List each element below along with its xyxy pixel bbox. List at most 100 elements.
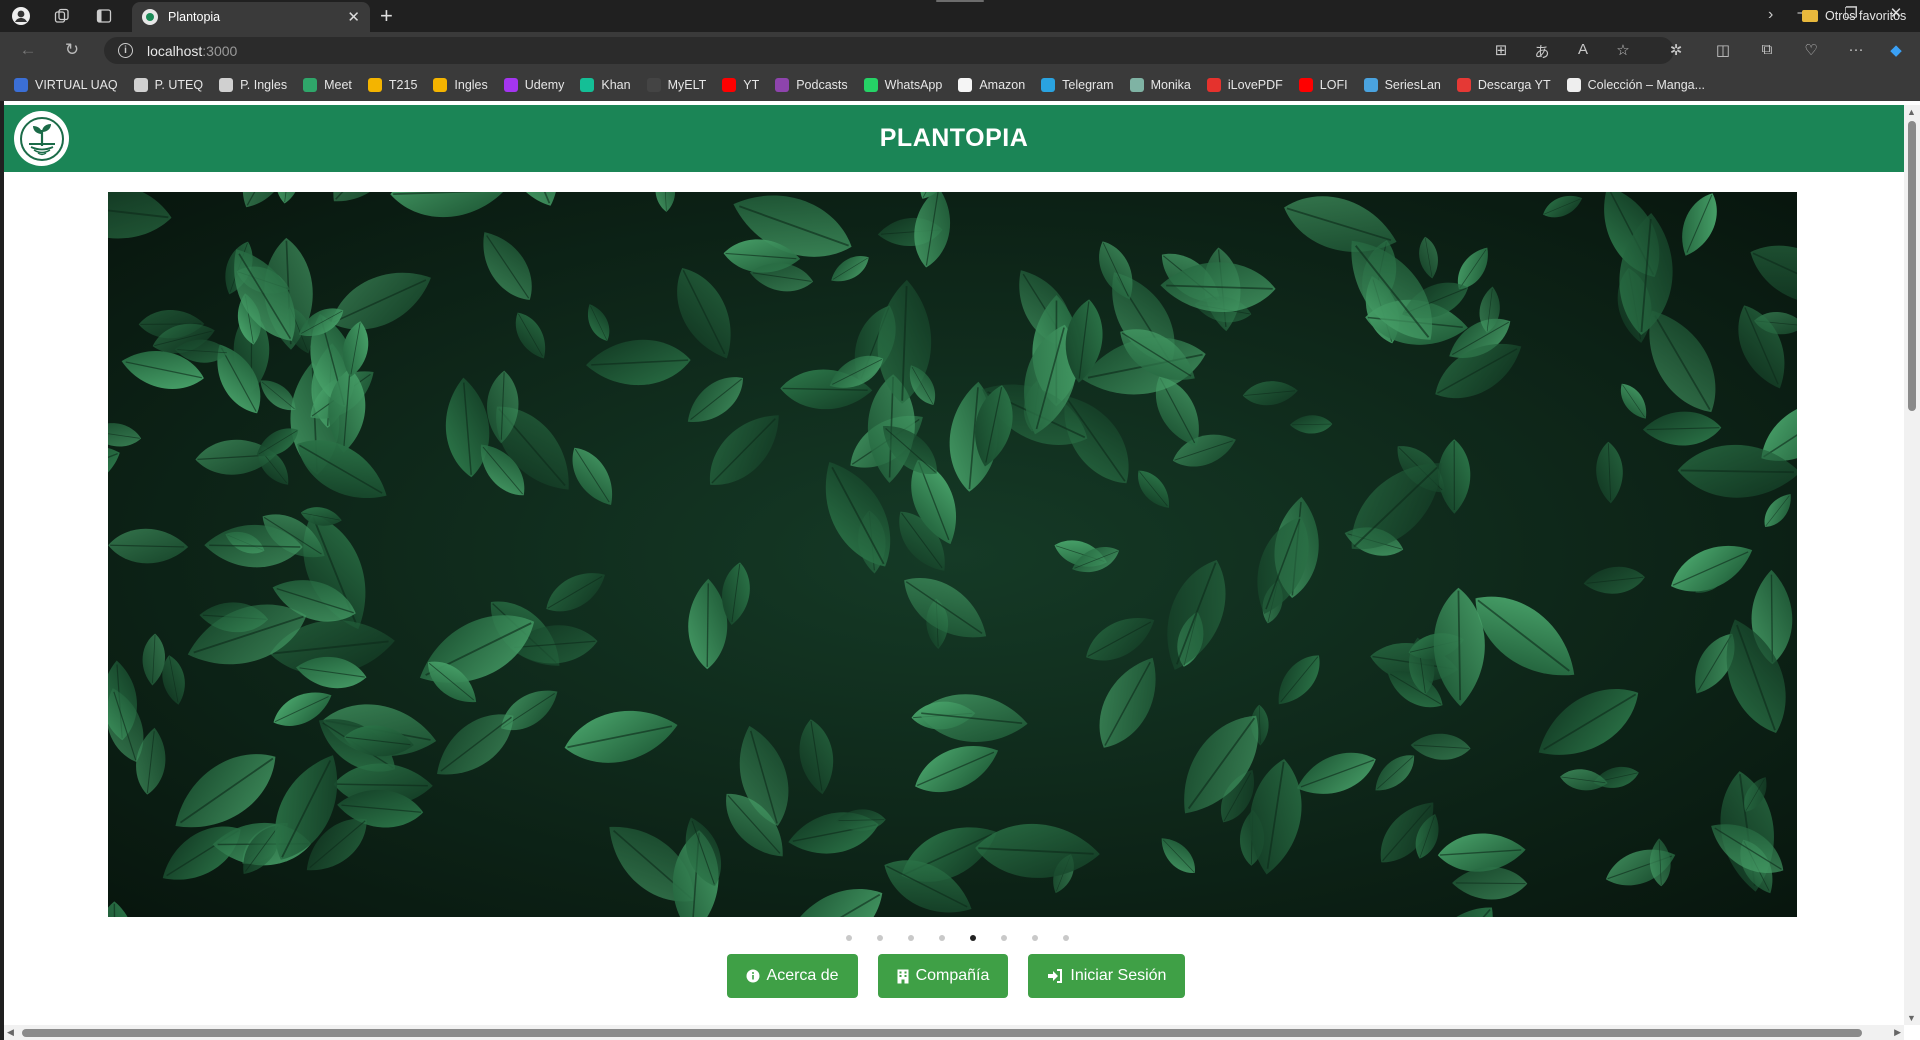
page-viewport: PLANTOPIA Acerca de Compañía Iniciar Ses…	[4, 101, 1920, 1040]
bookmark-item[interactable]: Colección – Manga...	[1566, 77, 1705, 92]
close-tab-icon[interactable]: ✕	[347, 8, 360, 26]
active-tab[interactable]: Plantopia ✕	[132, 2, 370, 32]
bookmark-item[interactable]: WhatsApp	[863, 77, 943, 92]
carousel-indicator-dot[interactable]	[1000, 935, 1007, 941]
bookmark-favicon-icon	[958, 77, 973, 92]
bookmark-favicon-icon	[775, 77, 790, 92]
favorite-star-icon[interactable]: ☆	[1612, 41, 1634, 59]
folder-icon	[1802, 10, 1818, 22]
bookmark-item[interactable]: Meet	[303, 77, 352, 92]
leaves-photo	[108, 192, 1797, 917]
bookmark-label: LOFI	[1319, 77, 1348, 92]
new-tab-icon[interactable]: +	[380, 3, 393, 29]
bookmark-favicon-icon	[580, 77, 595, 92]
bookmark-label: Meet	[324, 77, 352, 92]
carousel-indicator-dot[interactable]	[1062, 935, 1069, 941]
window-drag-indicator	[936, 0, 984, 2]
bookmark-item[interactable]: Khan	[580, 77, 631, 92]
reload-icon[interactable]: ↻	[60, 40, 84, 60]
login-button[interactable]: Iniciar Sesión	[1028, 954, 1186, 998]
bookmark-item[interactable]: Amazon	[958, 77, 1025, 92]
browser-tab-bar: Plantopia ✕ + — ❐ ✕	[0, 0, 1920, 32]
bookmark-item[interactable]: Descarga YT	[1456, 77, 1551, 92]
bookmark-item[interactable]: Ingles	[433, 77, 488, 92]
building-icon	[897, 969, 909, 984]
carousel-indicator-dot[interactable]	[1031, 935, 1038, 941]
bookmark-label: T215	[388, 77, 418, 92]
app-available-icon[interactable]: ⊞	[1490, 41, 1512, 59]
address-bar[interactable]: i localhost:3000	[104, 37, 1674, 64]
carousel-slide-image	[108, 192, 1797, 917]
vertical-scroll-thumb[interactable]	[1908, 121, 1916, 411]
bookmark-item[interactable]: T215	[367, 77, 418, 92]
action-buttons: Acerca de Compañía Iniciar Sesión	[4, 954, 1904, 998]
bookmark-item[interactable]: MyELT	[646, 77, 707, 92]
more-bookmarks-chevron-icon[interactable]: ›	[1768, 6, 1773, 24]
bookmark-favicon-icon	[367, 77, 382, 92]
bookmark-item[interactable]: VIRTUAL UAQ	[14, 77, 118, 92]
bookmark-favicon-icon	[1041, 77, 1056, 92]
bookmark-favicon-icon	[1456, 77, 1471, 92]
bookmark-item[interactable]: P. UTEQ	[133, 77, 203, 92]
url-port: :3000	[202, 42, 238, 59]
profile-icon[interactable]	[10, 5, 32, 27]
carousel-indicator-dot[interactable]	[907, 935, 914, 941]
bookmark-label: iLovePDF	[1227, 77, 1283, 92]
url-host: localhost	[147, 42, 203, 59]
scroll-right-icon[interactable]: ▶	[1894, 1027, 1901, 1038]
bookmark-item[interactable]: iLovePDF	[1206, 77, 1283, 92]
bookmark-favicon-icon	[1206, 77, 1221, 92]
scroll-left-icon[interactable]: ◀	[7, 1027, 14, 1038]
workspaces-icon[interactable]	[51, 5, 73, 27]
bookmarks-bar: VIRTUAL UAQ P. UTEQ P. Ingles Meet T215 Ingle…	[0, 68, 1920, 101]
bookmark-item[interactable]: Monika	[1129, 77, 1191, 92]
bookmark-label: YT	[743, 77, 760, 92]
carousel-indicator-dot[interactable]	[938, 935, 945, 941]
company-button[interactable]: Compañía	[877, 954, 1009, 998]
carousel-indicator-dot[interactable]	[969, 935, 976, 941]
vertical-scrollbar[interactable]: ▲ ▼	[1904, 105, 1920, 1025]
extensions-icon[interactable]: ✲	[1665, 41, 1687, 59]
translate-icon[interactable]: あ	[1531, 41, 1553, 62]
bookmark-favicon-icon	[219, 77, 234, 92]
company-button-label: Compañía	[915, 967, 990, 984]
split-screen-icon[interactable]: ◫	[1712, 41, 1734, 59]
bookmark-item[interactable]: YT	[722, 77, 760, 92]
site-header: PLANTOPIA	[4, 105, 1904, 172]
bookmark-label: WhatsApp	[884, 77, 943, 92]
bookmark-item[interactable]: LOFI	[1298, 77, 1348, 92]
scroll-down-icon[interactable]: ▼	[1907, 1013, 1916, 1023]
bookmark-item[interactable]: Podcasts	[775, 77, 848, 92]
collections-icon[interactable]: ⧉	[1756, 41, 1778, 58]
site-info-icon[interactable]: i	[118, 43, 133, 58]
back-icon[interactable]: ←	[16, 40, 40, 60]
bookmark-item[interactable]: Telegram	[1041, 77, 1114, 92]
carousel-indicator-dot[interactable]	[876, 935, 883, 941]
bookmark-label: P. Ingles	[240, 77, 288, 92]
other-favorites-folder[interactable]: Otros favoritos	[1802, 9, 1906, 23]
horizontal-scrollbar[interactable]: ◀ ▶	[4, 1025, 1904, 1040]
bookmark-label: SeriesLan	[1384, 77, 1441, 92]
browser-essentials-icon[interactable]: ♡	[1800, 41, 1822, 59]
sign-in-icon	[1047, 969, 1063, 983]
bookmark-favicon-icon	[863, 77, 878, 92]
bookmark-item[interactable]: Udemy	[503, 77, 564, 92]
bookmark-label: MyELT	[667, 77, 707, 92]
login-button-label: Iniciar Sesión	[1070, 967, 1167, 984]
bookmark-favicon-icon	[14, 77, 28, 92]
more-menu-icon[interactable]: ···	[1845, 41, 1867, 58]
read-aloud-icon[interactable]: A	[1572, 41, 1594, 58]
horizontal-scroll-thumb[interactable]	[22, 1029, 1862, 1037]
bookmark-item[interactable]: P. Ingles	[219, 77, 288, 92]
carousel-indicators	[4, 935, 1904, 941]
scroll-up-icon[interactable]: ▲	[1907, 107, 1916, 117]
site-favicon-icon	[142, 9, 158, 25]
bookmark-label: Podcasts	[796, 77, 848, 92]
other-favorites-label: Otros favoritos	[1825, 9, 1907, 23]
bookmark-item[interactable]: SeriesLan	[1363, 77, 1441, 92]
bookmark-label: VIRTUAL UAQ	[35, 77, 118, 92]
about-button[interactable]: Acerca de	[726, 954, 858, 998]
tab-actions-icon[interactable]	[93, 5, 115, 27]
copilot-icon[interactable]: ◆	[1885, 41, 1907, 59]
carousel-indicator-dot[interactable]	[845, 935, 852, 941]
